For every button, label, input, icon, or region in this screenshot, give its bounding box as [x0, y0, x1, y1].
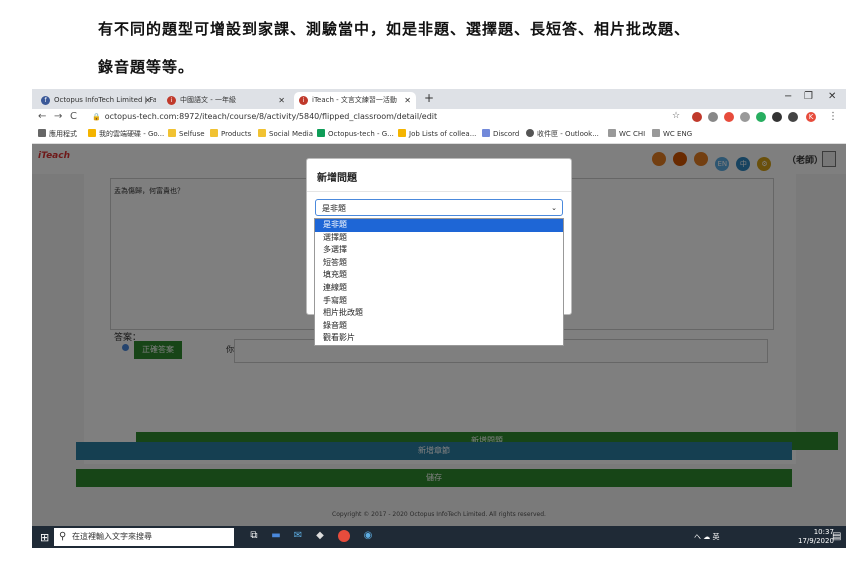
chrome-icon[interactable]: [338, 530, 350, 542]
outlook-icon: [526, 129, 534, 137]
search-placeholder: 在這裡輸入文字來搜尋: [72, 532, 152, 541]
extension-icon[interactable]: [740, 112, 750, 122]
windows-start-icon[interactable]: ⊞: [40, 531, 49, 544]
option-recording[interactable]: 錄音題: [315, 320, 563, 333]
tab-label: iTeach - 文言文練習一活動: [312, 96, 397, 104]
forward-icon[interactable]: →: [54, 111, 62, 122]
iteach-icon: i: [167, 96, 176, 105]
link-icon: [652, 129, 660, 137]
task-view-icon[interactable]: ⧉: [248, 530, 260, 542]
windows-taskbar: ⊞ ⚲ 在這裡輸入文字來搜尋 ⧉ ▬ ✉ ◆ ◉ へ ☁ 英 10:37 17/…: [32, 526, 846, 548]
option-watch-video[interactable]: 觀看影片: [315, 332, 563, 345]
option-short-answer[interactable]: 短答題: [315, 257, 563, 270]
option-matching[interactable]: 連線題: [315, 282, 563, 295]
extension-icon[interactable]: [772, 112, 782, 122]
tab-chinese[interactable]: i 中國語文 - 一年級 ✕: [162, 92, 290, 109]
system-tray[interactable]: へ ☁ 英: [694, 532, 719, 542]
lock-icon: 🔒: [92, 113, 101, 121]
puzzle-icon[interactable]: [788, 112, 798, 122]
extension-icon[interactable]: [692, 112, 702, 122]
bookmark-products[interactable]: Products: [210, 129, 251, 138]
bookmark-wc-eng[interactable]: WC ENG: [652, 129, 692, 138]
modal-title: 新增問題: [317, 173, 357, 184]
url-text: octopus-tech.com:8972/iteach/course/8/ac…: [104, 112, 438, 121]
search-icon: ⚲: [59, 531, 67, 542]
minimize-button[interactable]: −: [784, 91, 792, 102]
bookmarks-bar: 應用程式 我的雲端硬碟 - Go... Selfuse Products Soc…: [32, 127, 846, 144]
bookmark-job-lists[interactable]: Job Lists of collea...: [398, 129, 476, 138]
browser-window: f Octopus InfoTech Limited | Fac ✕ i 中國語…: [32, 89, 846, 549]
bookmark-drive[interactable]: 我的雲端硬碟 - Go...: [88, 129, 164, 139]
bookmark-octopus-tech[interactable]: Octopus-tech - G...: [317, 129, 394, 138]
tab-label: 中國語文 - 一年級: [180, 96, 236, 104]
menu-icon[interactable]: ⋮: [828, 111, 838, 122]
tab-iteach-active[interactable]: i iTeach - 文言文練習一活動 ✕: [294, 92, 416, 109]
app-icon[interactable]: ◉: [362, 530, 374, 542]
option-handwriting[interactable]: 手寫題: [315, 295, 563, 308]
close-tab-icon[interactable]: ✕: [278, 92, 285, 109]
bookmark-social-media[interactable]: Social Media: [258, 129, 313, 138]
app-page: iTeach EN 中 ⚙ （老師） 孟為傷歸，何富貴也？ 答案： 正確答案 你…: [32, 144, 846, 526]
clock-time: 10:37: [813, 528, 834, 536]
extension-icon[interactable]: [708, 112, 718, 122]
maximize-button[interactable]: ❐: [804, 91, 813, 102]
option-multi-select[interactable]: 多選擇: [315, 244, 563, 257]
folder-icon: [210, 129, 218, 137]
sheets-icon: [317, 129, 325, 137]
drive-icon: [398, 129, 406, 137]
tab-bar: f Octopus InfoTech Limited | Fac ✕ i 中國語…: [32, 89, 846, 109]
link-icon: [608, 129, 616, 137]
folder-icon: [258, 129, 266, 137]
question-type-dropdown: 是非題 選擇題 多選擇 短答題 填充題 連線題 手寫題 相片批改題 錄音題 觀看…: [314, 218, 564, 346]
iteach-icon: i: [299, 96, 308, 105]
url-field[interactable]: 🔒 octopus-tech.com:8972/iteach/course/8/a…: [92, 112, 437, 121]
file-explorer-icon[interactable]: ▬: [270, 530, 282, 542]
close-tab-icon[interactable]: ✕: [404, 92, 411, 109]
taskbar-search[interactable]: ⚲ 在這裡輸入文字來搜尋: [54, 528, 234, 546]
option-fill-in[interactable]: 填充題: [315, 269, 563, 282]
select-value: 是非題: [322, 204, 346, 213]
back-icon[interactable]: ←: [38, 111, 46, 122]
address-bar-row: ← → C 🔒 octopus-tech.com:8972/iteach/cour…: [32, 109, 846, 127]
close-window-button[interactable]: ✕: [828, 91, 836, 102]
profile-avatar[interactable]: K: [806, 112, 816, 122]
clock[interactable]: 10:37 17/9/2020: [798, 528, 834, 546]
chevron-down-icon: ⌄: [551, 204, 557, 212]
discord-icon: [482, 129, 490, 137]
caption-line-1: 有不同的題型可增設到家課、測驗當中，如是非題、選擇題、長短答、相片批改題、: [98, 20, 691, 38]
tab-label: Octopus InfoTech Limited | Fac: [54, 96, 156, 104]
option-photo-marking[interactable]: 相片批改題: [315, 307, 563, 320]
caption-line-2: 錄音題等等。: [98, 58, 195, 76]
extension-icon[interactable]: [756, 112, 766, 122]
bookmark-discord[interactable]: Discord: [482, 129, 519, 138]
question-type-select[interactable]: 是非題 ⌄: [315, 199, 563, 216]
bookmark-selfuse[interactable]: Selfuse: [168, 129, 205, 138]
modal-divider: [307, 191, 571, 192]
tab-facebook[interactable]: f Octopus InfoTech Limited | Fac ✕: [36, 92, 156, 109]
extension-icon[interactable]: [724, 112, 734, 122]
drive-icon: [88, 129, 96, 137]
option-true-false[interactable]: 是非題: [315, 219, 563, 232]
option-multiple-choice[interactable]: 選擇題: [315, 232, 563, 245]
facebook-icon: f: [41, 96, 50, 105]
notification-icon[interactable]: ▤: [832, 531, 841, 542]
apps-icon: [38, 129, 46, 137]
bookmark-outlook[interactable]: 收件匣 - Outlook...: [526, 129, 599, 139]
bookmark-apps[interactable]: 應用程式: [38, 129, 77, 139]
clock-date: 17/9/2020: [798, 537, 834, 545]
bookmark-star-icon[interactable]: ☆: [672, 111, 680, 121]
new-tab-button[interactable]: +: [424, 91, 434, 105]
app-icon[interactable]: ◆: [314, 530, 326, 542]
close-tab-icon[interactable]: ✕: [144, 92, 151, 109]
bookmark-wc-chi[interactable]: WC CHI: [608, 129, 645, 138]
folder-icon: [168, 129, 176, 137]
reload-icon[interactable]: C: [70, 111, 77, 122]
mail-icon[interactable]: ✉: [292, 530, 304, 542]
